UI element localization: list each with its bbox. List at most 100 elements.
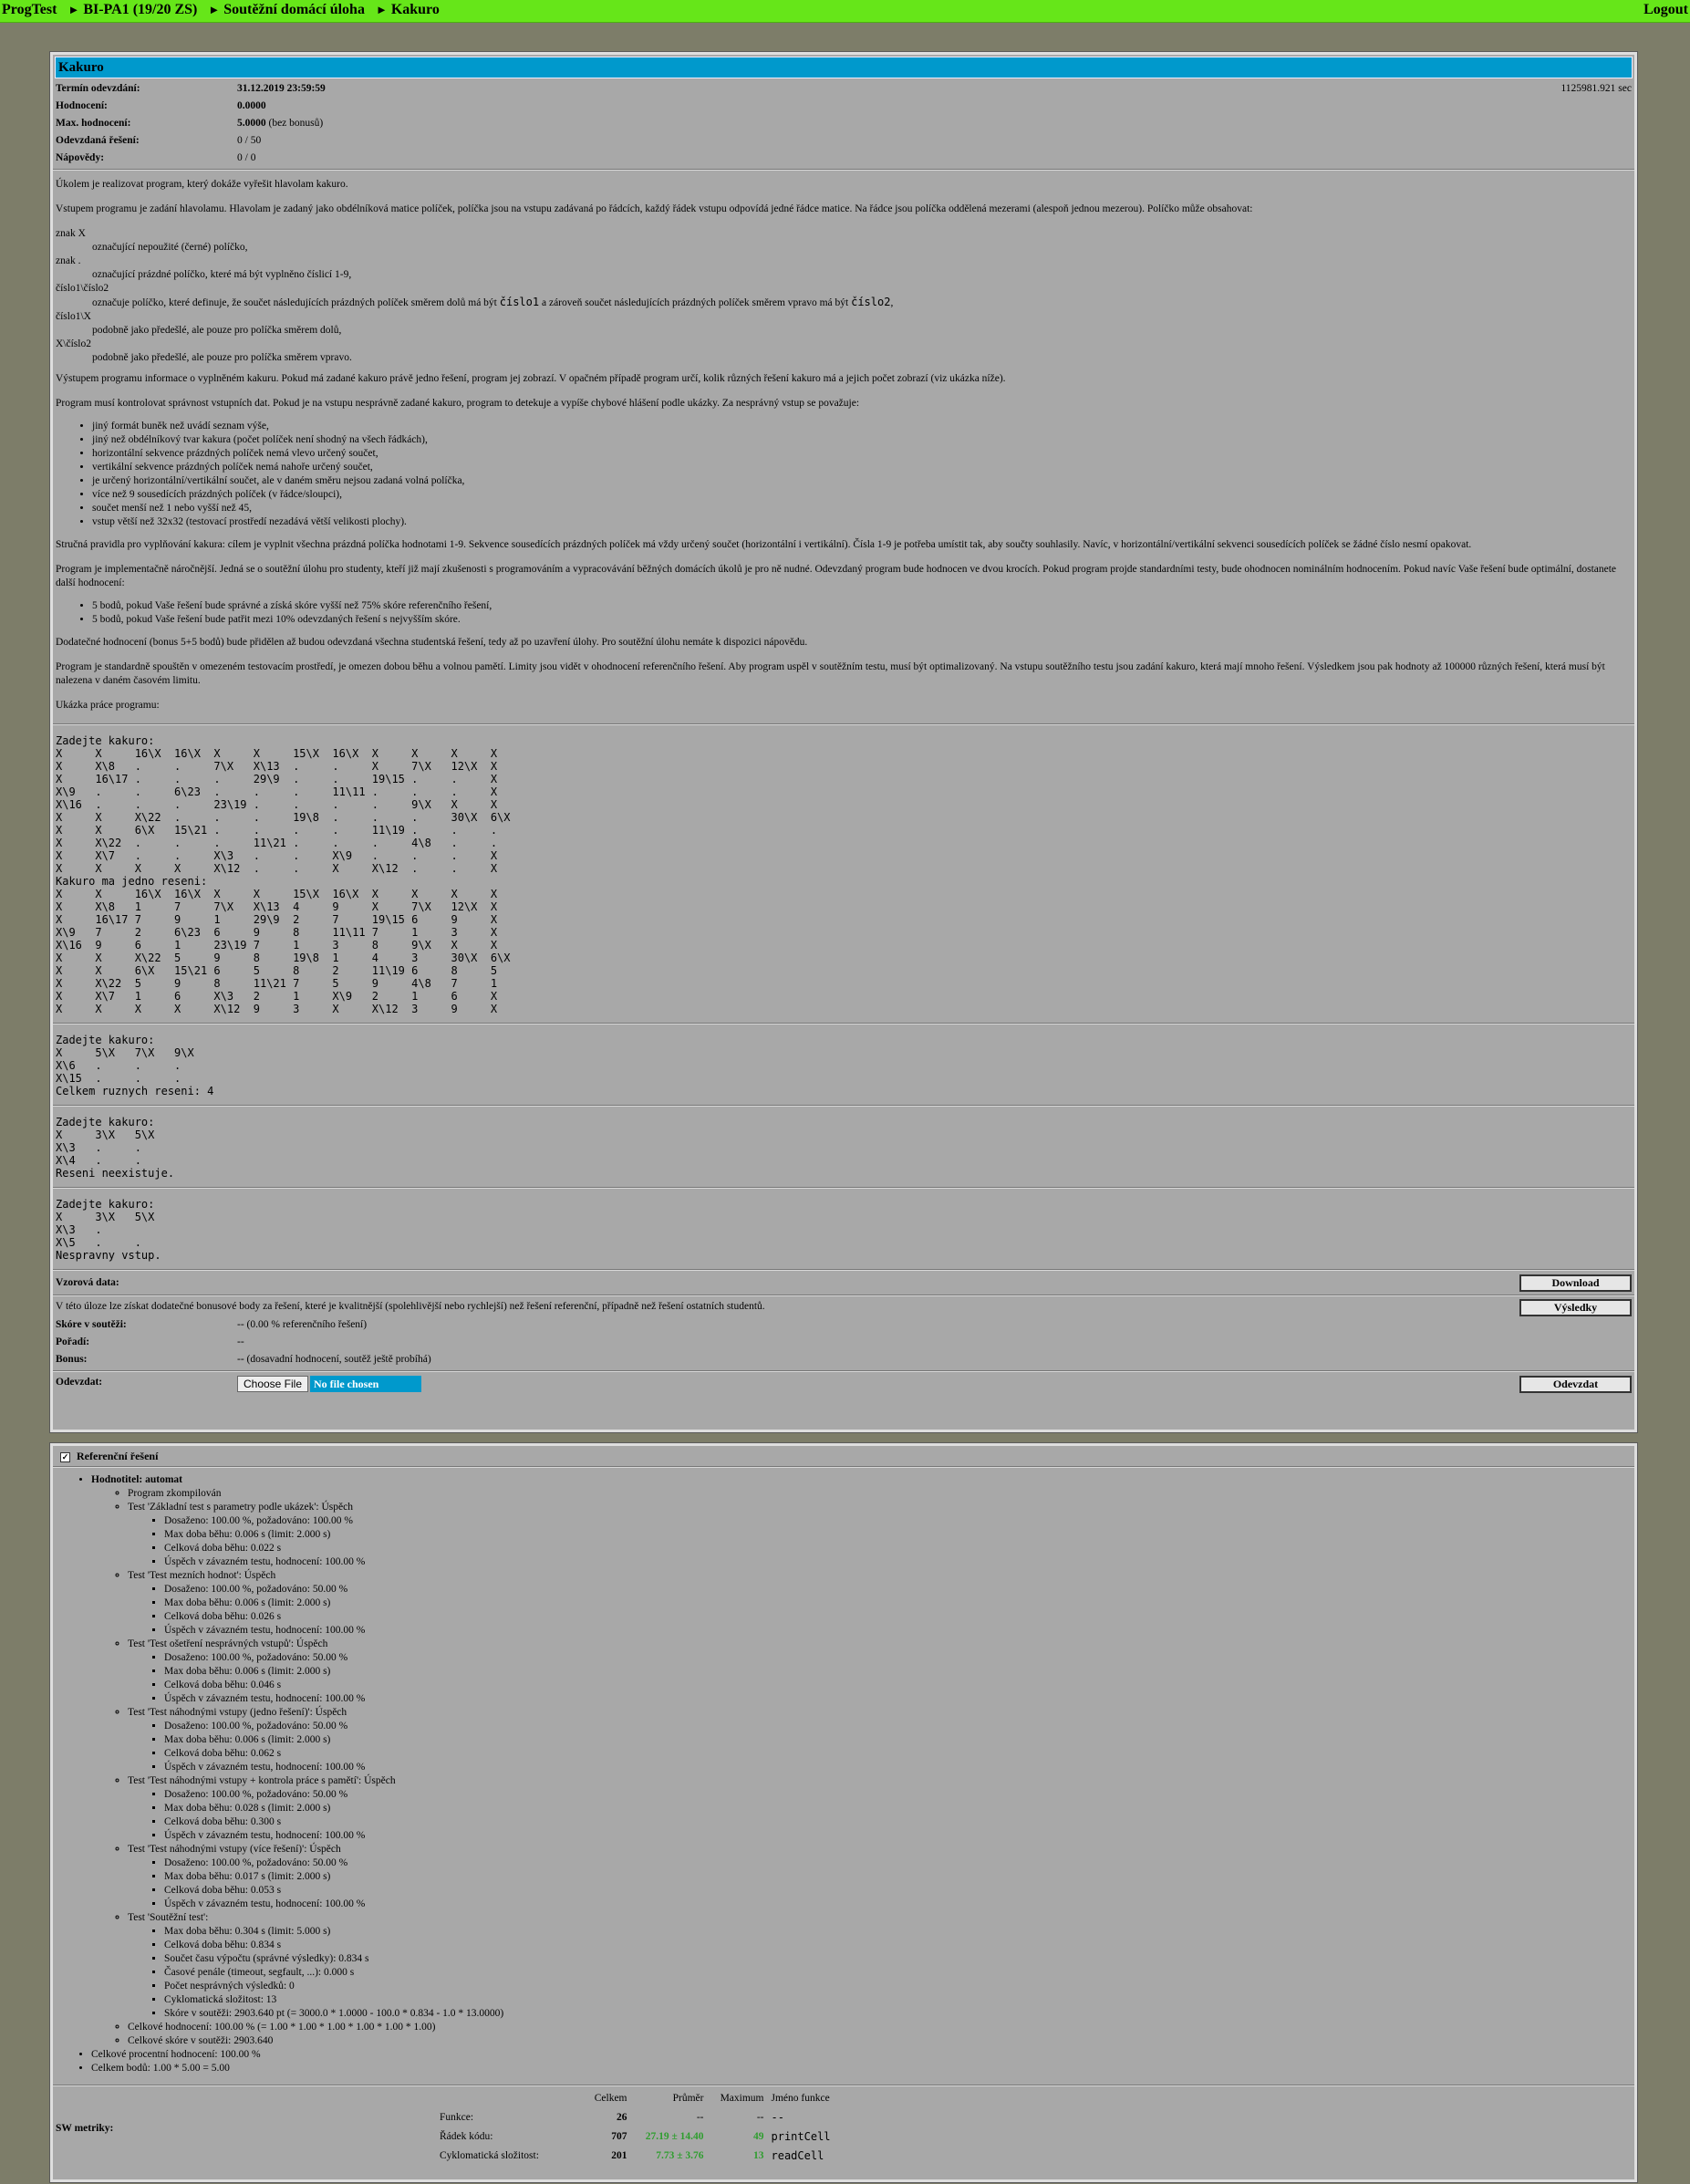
test-detail: Úspěch v závazném testu, hodnocení: 100.… xyxy=(164,1761,1634,1774)
definition-text: a zároveň součet následujících prázdných… xyxy=(539,297,852,308)
desc-paragraph: Ukázka práce programu: xyxy=(56,700,160,711)
task-title: Kakuro xyxy=(55,57,1633,78)
top-nav-bar: ProgTest ► BI-PA1 (19/20 ZS) ► Soutěžní domá… xyxy=(0,0,1690,23)
results-button[interactable]: Výsledky xyxy=(1519,1299,1632,1316)
metric-max: -- xyxy=(756,2111,764,2123)
info-value: 5.0000 (bez bonusů) xyxy=(237,115,323,132)
divider xyxy=(53,1105,1634,1107)
metric-avg: 7.73 ± 3.76 xyxy=(656,2149,704,2161)
metric-function: -- xyxy=(771,2110,784,2124)
metric-total: 201 xyxy=(611,2149,627,2161)
definition-term: číslo1\X xyxy=(56,311,91,322)
test-detail: Max doba běhu: 0.017 s (limit: 2.000 s) xyxy=(164,1870,1634,1884)
test-item: Test 'Test ošetření nesprávných vstupů':… xyxy=(128,1638,1634,1706)
definition-term: číslo1\číslo2 xyxy=(56,283,109,294)
test-detail: Úspěch v závazném testu, hodnocení: 100.… xyxy=(164,1829,1634,1843)
test-detail: Max doba běhu: 0.006 s (limit: 2.000 s) xyxy=(164,1733,1634,1747)
test-detail: Dosaženo: 100.00 %, požadováno: 100.00 % xyxy=(164,1514,1634,1528)
test-detail: Celková doba běhu: 0.046 s xyxy=(164,1679,1634,1692)
divider xyxy=(53,723,1634,725)
test-detail: Úspěch v závazném testu, hodnocení: 100.… xyxy=(164,1555,1634,1569)
sample-data-section: Vzorová data: Download xyxy=(53,1273,1634,1293)
desc-paragraph: Vstupem programu je zadání hlavolamu. Hl… xyxy=(56,203,1253,214)
breadcrumb-task-group[interactable]: Soutěžní domácí úloha xyxy=(223,2,365,17)
submit-section: Odevzdat: Choose File No file chosen Ode… xyxy=(53,1374,1634,1396)
info-value: 0 / 50 xyxy=(237,135,262,146)
test-detail: Součet času výpočtu (správné výsledky): … xyxy=(164,1952,1634,1966)
sample-output: Zadejte kakuro: X 5\X 7\X 9\X X\6 . . . … xyxy=(56,1034,214,1097)
test-detail: Celková doba běhu: 0.053 s xyxy=(164,1884,1634,1898)
list-item: horizontální sekvence prázdných políček … xyxy=(92,447,1632,461)
info-row-deadline: Termín odevzdání: 31.12.2019 23:59:59 11… xyxy=(53,80,1634,98)
info-value-extra: (bez bonusů) xyxy=(265,118,324,129)
definition-desc: podobně jako předešlé, ale pouze pro pol… xyxy=(92,352,352,363)
list-item: 5 bodů, pokud Vaše řešení bude správné a… xyxy=(92,599,1632,613)
reference-header[interactable]: ✓ Referenční řešení xyxy=(53,1446,1634,1466)
test-item: Test 'Základní test s parametry podle uk… xyxy=(128,1501,1634,1569)
logout-link[interactable]: Logout xyxy=(1643,0,1688,20)
list-item: je určený horizontální/vertikální součet… xyxy=(92,474,1632,488)
submit-button[interactable]: Odevzdat xyxy=(1519,1376,1632,1393)
test-name: Test 'Základní test s parametry podle uk… xyxy=(128,1502,353,1513)
test-name: Test 'Test mezních hodnot': Úspěch xyxy=(128,1570,276,1581)
metric-function: printCell xyxy=(771,2129,831,2143)
eval-item: Program zkompilován xyxy=(128,1487,1634,1501)
test-detail: Max doba běhu: 0.006 s (limit: 2.000 s) xyxy=(164,1665,1634,1679)
rank-row: Pořadí: -- xyxy=(53,1334,1634,1351)
metric-max: 49 xyxy=(753,2130,764,2142)
test-detail: Celková doba běhu: 0.062 s xyxy=(164,1747,1634,1761)
info-label: Odevzdaná řešení: xyxy=(56,135,140,146)
score-value: -- (0.00 % referenčního řešení) xyxy=(237,1319,368,1330)
column-header: Maximum xyxy=(720,2092,764,2104)
breadcrumb-progtest[interactable]: ProgTest xyxy=(2,2,57,17)
info-label: Termín odevzdání: xyxy=(56,83,140,94)
metric-function: readCell xyxy=(771,2148,824,2162)
test-detail: Max doba běhu: 0.304 s (limit: 5.000 s) xyxy=(164,1925,1634,1939)
test-detail: Dosaženo: 100.00 %, požadováno: 50.00 % xyxy=(164,1720,1634,1733)
test-detail: Celková doba běhu: 0.834 s xyxy=(164,1939,1634,1952)
list-item: vstup větší než 32x32 (testovací prostře… xyxy=(92,515,1632,529)
test-name: Test 'Test náhodnými vstupy (jedno řešen… xyxy=(128,1707,347,1718)
score-row: Skóre v soutěži: -- (0.00 % referenčního… xyxy=(53,1316,1634,1334)
test-detail: Max doba běhu: 0.006 s (limit: 2.000 s) xyxy=(164,1528,1634,1542)
table-header-row: Celkem Průměr Maximum Jméno funkce xyxy=(436,2088,835,2107)
test-detail: Dosaženo: 100.00 %, požadováno: 50.00 % xyxy=(164,1583,1634,1596)
test-item: Test 'Test náhodnými vstupy (jedno řešen… xyxy=(128,1706,1634,1774)
definition-text: , xyxy=(890,297,894,308)
breadcrumb-separator-icon: ► xyxy=(375,3,388,16)
test-name: Test 'Soutěžní test': xyxy=(128,1912,209,1923)
countdown: 1125981.921 sec xyxy=(1560,83,1632,94)
info-value: 31.12.2019 23:59:59 xyxy=(237,83,326,94)
breadcrumb-separator-icon: ► xyxy=(208,3,221,16)
bonus-list: 5 bodů, pokud Vaše řešení bude správné a… xyxy=(56,599,1632,627)
list-item: jiný formát buněk než uvádí seznam výše, xyxy=(92,420,1632,433)
reference-panel: ✓ Referenční řešení Hodnotitel: automat P… xyxy=(49,1442,1638,2183)
definition-desc: označující prázdné políčko, které má být… xyxy=(92,269,352,280)
download-button[interactable]: Download xyxy=(1519,1274,1632,1292)
task-info: Termín odevzdání: 31.12.2019 23:59:59 11… xyxy=(53,80,1634,167)
bonus-row: Bonus: -- (dosavadní hodnocení, soutěž j… xyxy=(53,1351,1634,1368)
info-value-number: 5.0000 xyxy=(237,118,266,129)
test-detail: Dosaženo: 100.00 %, požadováno: 50.00 % xyxy=(164,1856,1634,1870)
task-panel: Kakuro Termín odevzdání: 31.12.2019 23:5… xyxy=(49,51,1638,1433)
reference-title: Referenční řešení xyxy=(77,1450,159,1462)
list-item: vertikální sekvence prázdných políček ne… xyxy=(92,461,1632,474)
metrics-label: SW metriky: xyxy=(56,2123,114,2134)
definition-desc: podobně jako předešlé, ale pouze pro pol… xyxy=(92,325,342,336)
metric-max: 13 xyxy=(753,2149,764,2161)
file-name-display: No file chosen xyxy=(310,1376,421,1392)
desc-paragraph: Stručná pravidla pro vyplňování kakura: … xyxy=(56,539,1472,550)
breadcrumb-task[interactable]: Kakuro xyxy=(391,2,440,17)
column-header: Jméno funkce xyxy=(771,2092,830,2104)
info-label: Hodnocení: xyxy=(56,100,108,111)
breadcrumb: ProgTest ► BI-PA1 (19/20 ZS) ► Soutěžní domá… xyxy=(2,0,443,20)
breadcrumb-course[interactable]: BI-PA1 (19/20 ZS) xyxy=(83,2,197,17)
metric-name: Řádek kódu: xyxy=(440,2130,493,2142)
collapse-checkbox-icon[interactable]: ✓ xyxy=(60,1451,70,1462)
contest-section: V této úloze lze získat dodatečné bonuso… xyxy=(53,1298,1634,1368)
test-detail: Úspěch v závazném testu, hodnocení: 100.… xyxy=(164,1624,1634,1638)
test-detail: Skóre v soutěži: 2903.640 pt (= 3000.0 *… xyxy=(164,2007,1634,2021)
divider xyxy=(53,1187,1634,1189)
bonus-label: Bonus: xyxy=(56,1354,88,1365)
choose-file-button[interactable]: Choose File xyxy=(237,1376,308,1392)
